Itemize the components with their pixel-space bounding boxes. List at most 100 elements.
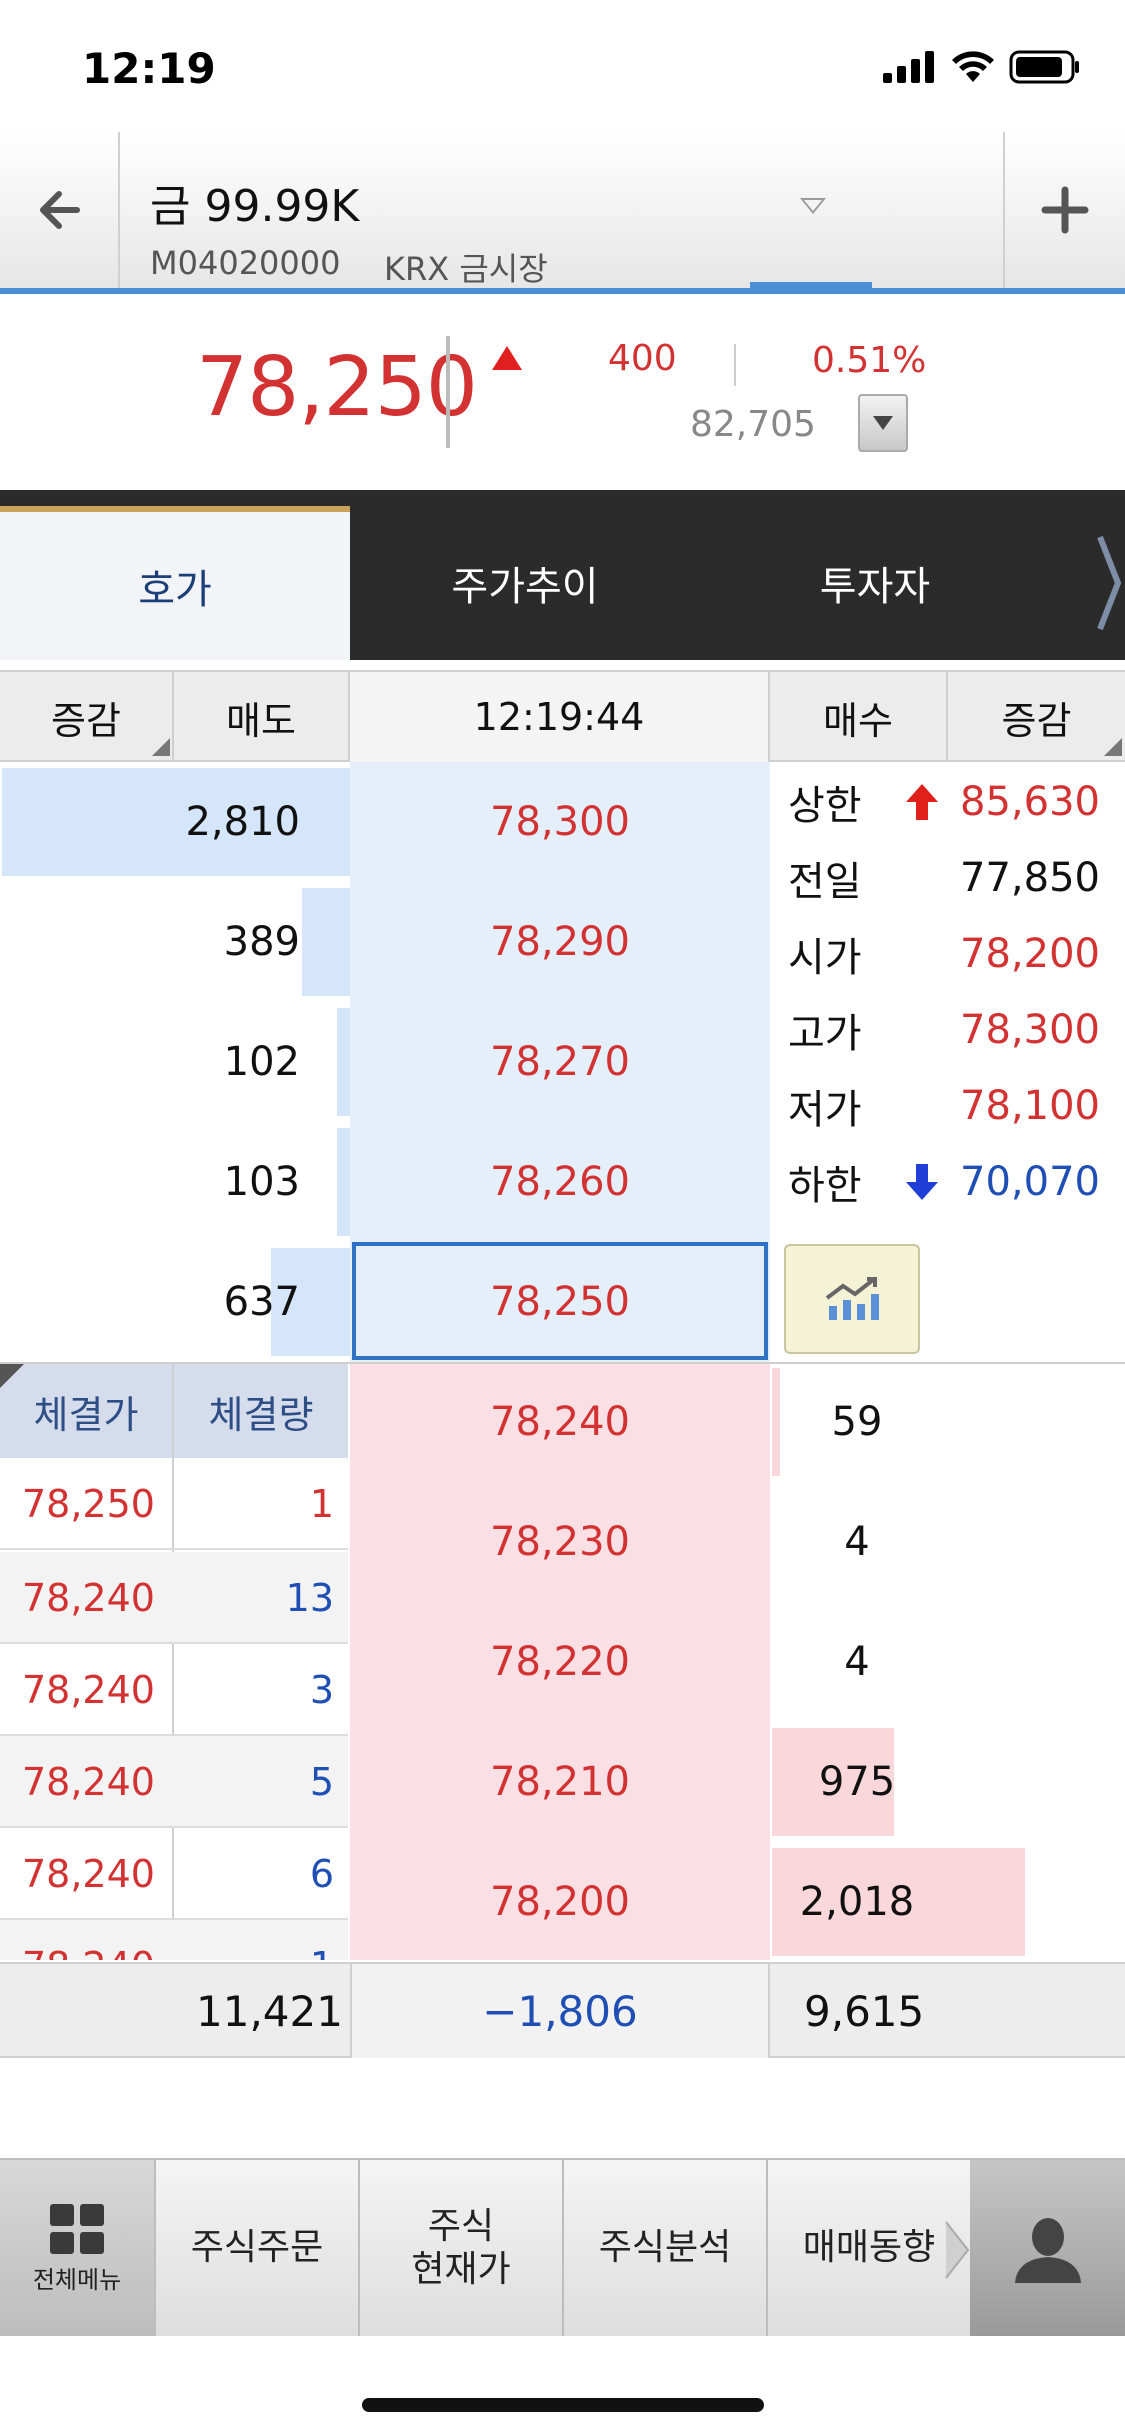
all-menu-label: 전체메뉴	[32, 2265, 122, 2294]
ask-price[interactable]: 78,260	[350, 1122, 770, 1242]
trade-volume: 5	[309, 1760, 334, 1804]
trade-price: 78,240	[22, 1920, 155, 1960]
tab-price-trend[interactable]: 주가추이	[350, 506, 700, 660]
bid-price[interactable]: 78,230	[350, 1482, 770, 1602]
ask-row[interactable]: 389	[0, 882, 350, 1002]
bid-row[interactable]: 59	[770, 1362, 1125, 1482]
ask-depth-bar	[337, 1008, 350, 1116]
ask-price[interactable]: 78,290	[350, 882, 770, 1002]
orderbook-header: 증감 매도 12:19:44 매수 증감	[0, 670, 1125, 762]
instrument-market: KRX 금시장	[384, 250, 548, 288]
wifi-icon	[952, 51, 994, 82]
bid-price[interactable]: 78,210	[350, 1722, 770, 1842]
nav-scroll-right-icon[interactable]	[944, 2220, 970, 2284]
instrument-name[interactable]: 금 99.99K	[150, 170, 359, 234]
ask-row[interactable]: 2,810	[0, 762, 350, 882]
trade-volume-header: 체결량	[208, 1392, 314, 1437]
ask-row[interactable]: 103	[0, 1122, 350, 1242]
back-button[interactable]	[0, 132, 120, 288]
trade-price: 78,240	[22, 1668, 155, 1712]
ask-price[interactable]: 78,250	[350, 1242, 770, 1362]
info-high: 고가 78,300	[788, 992, 1118, 1068]
ask-change-header[interactable]: 증감	[0, 672, 174, 762]
ask-volume: 389	[223, 919, 300, 965]
trade-price: 78,240	[22, 1760, 155, 1804]
header: 금 99.99K M04020000 KRX 금시장	[0, 132, 1125, 294]
ask-volume: 2,810	[185, 799, 300, 845]
ask-volume: 637	[223, 1279, 300, 1325]
tab-scroll-right-icon[interactable]	[1093, 506, 1125, 660]
dropdown-underline	[750, 282, 872, 288]
down-arrow-icon	[892, 1162, 952, 1202]
status-time: 12:19	[82, 44, 216, 93]
trade-row: 78,240 1	[0, 1920, 348, 1960]
signal-icon	[883, 51, 934, 83]
bid-row[interactable]: 975	[770, 1722, 1125, 1842]
tab-hoga[interactable]: 호가	[0, 506, 350, 660]
orderbook-time: 12:19:44	[350, 672, 770, 762]
ask-total: 11,421	[196, 1986, 343, 2036]
all-menu-button[interactable]: 전체메뉴	[0, 2160, 156, 2336]
info-value: 85,630	[960, 779, 1100, 825]
bid-total: 9,615	[804, 1986, 925, 2036]
ask-price[interactable]: 78,270	[350, 1002, 770, 1122]
bid-volume: 975	[818, 1759, 896, 1805]
instrument-code: M04020000	[150, 244, 341, 282]
trade-volume: 6	[309, 1852, 334, 1896]
bid-price[interactable]: 78,240	[350, 1362, 770, 1482]
total-diff: −1,806	[350, 1964, 770, 2058]
bottom-nav: 전체메뉴 주식주문 주식 현재가 주식분석 매매동향	[0, 2158, 1125, 2336]
totals-row: 11,421 −1,806 9,615	[0, 1962, 1125, 2058]
sort-corner-icon	[152, 738, 170, 756]
up-arrow-icon	[892, 782, 952, 822]
trade-volume: 3	[309, 1668, 334, 1712]
corner-icon	[0, 1364, 24, 1388]
price-change: 400	[608, 338, 677, 379]
bid-row[interactable]: 4	[770, 1602, 1125, 1722]
plus-icon	[1041, 186, 1089, 234]
info-prev-close: 전일 77,850	[788, 840, 1118, 916]
trade-row: 78,240 13	[0, 1552, 348, 1644]
ask-depth-bar	[337, 1128, 350, 1236]
trade-row: 78,250 1	[0, 1458, 348, 1550]
chart-icon	[825, 1277, 879, 1320]
info-open: 시가 78,200	[788, 916, 1118, 992]
bid-price[interactable]: 78,220	[350, 1602, 770, 1722]
info-value: 78,300	[960, 1007, 1100, 1053]
info-value: 77,850	[960, 855, 1100, 901]
trade-price-header: 체결가	[33, 1392, 139, 1437]
trade-volume: 1	[309, 1482, 334, 1526]
nav-stock-analysis[interactable]: 주식분석	[564, 2160, 768, 2336]
profile-button[interactable]	[970, 2160, 1125, 2336]
grid-menu-icon	[50, 2203, 104, 2254]
price-divider	[446, 336, 450, 448]
price-change-percent: 0.51%	[812, 340, 927, 381]
info-label: 전일	[788, 859, 862, 905]
ask-depth-bar	[302, 888, 350, 996]
screen: 12:19 금 99.99K M04020000 KRX 금시장 78,250 …	[0, 0, 1125, 2436]
nav-stock-current-price[interactable]: 주식 현재가	[360, 2160, 564, 2336]
bid-row[interactable]: 2,018	[770, 1842, 1125, 1962]
chart-button[interactable]	[784, 1244, 920, 1354]
home-indicator	[362, 2398, 764, 2412]
user-icon	[1014, 2218, 1081, 2283]
bid-price[interactable]: 78,200	[350, 1842, 770, 1962]
ask-row[interactable]: 637	[0, 1242, 350, 1362]
ask-row[interactable]: 102	[0, 1002, 350, 1122]
tab-investor[interactable]: 투자자	[700, 506, 1050, 660]
summary-dropdown-button[interactable]	[858, 394, 908, 452]
nav-trading-trend[interactable]: 매매동향	[768, 2160, 970, 2336]
bid-volume: 4	[844, 1639, 870, 1685]
ask-price[interactable]: 78,300	[350, 762, 770, 882]
trades-header: 체결가 체결량	[0, 1364, 348, 1458]
nav-stock-order[interactable]: 주식주문	[156, 2160, 360, 2336]
ask-volume-header: 매도	[174, 672, 350, 762]
bid-volume-header: 매수	[770, 672, 948, 762]
bid-row[interactable]: 4	[770, 1482, 1125, 1602]
info-label: 하한	[788, 1163, 862, 1209]
bid-change-header[interactable]: 증감	[948, 672, 1125, 762]
info-label: 상한	[788, 783, 862, 829]
info-label: 저가	[788, 1087, 862, 1133]
trade-price: 78,240	[22, 1576, 155, 1620]
add-button[interactable]	[1003, 132, 1125, 288]
